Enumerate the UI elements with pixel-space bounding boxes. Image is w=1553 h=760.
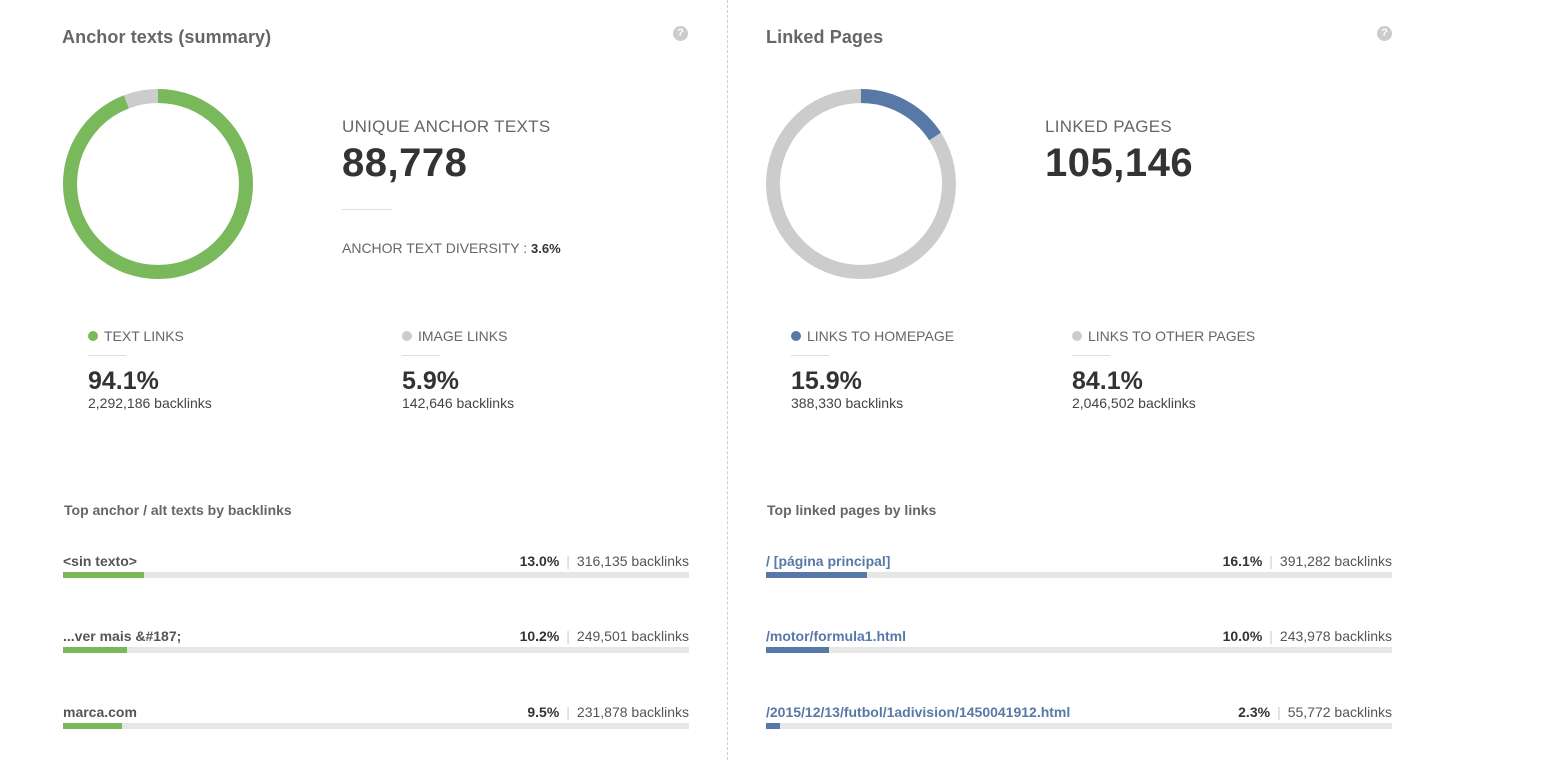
linked-page-link[interactable]: / [página principal]: [766, 553, 890, 569]
green-dot-icon: [88, 331, 98, 341]
divider-rule: [342, 209, 392, 210]
anchor-text-label: ...ver mais &#187;: [63, 628, 182, 644]
legend-backlinks: 2,292,186 backlinks: [88, 395, 212, 411]
gray-dot-icon: [1072, 331, 1082, 341]
row-percent: 16.1%: [1222, 553, 1263, 569]
progress-fill: [766, 572, 867, 578]
anchor-row: marca.com 9.5% | 231,878 backlinks: [63, 704, 689, 736]
linked-page-link[interactable]: /motor/formula1.html: [766, 628, 906, 644]
legend-text-links: TEXT LINKS 94.1% 2,292,186 backlinks: [88, 328, 348, 411]
legend-percent: 94.1%: [88, 367, 159, 395]
linked-page-link[interactable]: /2015/12/13/futbol/1adivision/1450041912…: [766, 704, 1070, 720]
help-icon[interactable]: ?: [1377, 26, 1392, 41]
legend-rule: [88, 355, 126, 356]
separator: |: [1269, 628, 1273, 644]
top-anchor-texts-title: Top anchor / alt texts by backlinks: [64, 502, 292, 518]
legend-percent: 5.9%: [402, 367, 459, 395]
row-stats: 10.0% | 243,978 backlinks: [1223, 628, 1392, 644]
linked-pages-value: 105,146: [1045, 141, 1194, 185]
linked-pages-title: Linked Pages: [766, 27, 884, 47]
legend-rule: [402, 355, 440, 356]
legend-label: IMAGE LINKS: [418, 328, 508, 344]
top-linked-pages-title: Top linked pages by links: [767, 502, 937, 518]
diversity-label: ANCHOR TEXT DIVERSITY :: [342, 240, 528, 256]
anchor-texts-title: Anchor texts (summary): [62, 27, 272, 47]
legend-percent: 15.9%: [791, 367, 862, 395]
row-percent: 2.3%: [1238, 704, 1271, 720]
progress-track: [63, 647, 689, 653]
progress-fill: [766, 723, 780, 729]
row-stats: 10.2% | 249,501 backlinks: [520, 628, 689, 644]
row-percent: 9.5%: [527, 704, 560, 720]
anchor-text-diversity: ANCHOR TEXT DIVERSITY : 3.6%: [342, 240, 561, 256]
progress-track: [766, 572, 1392, 578]
legend-links-to-homepage: LINKS TO HOMEPAGE 15.9% 388,330 backlink…: [791, 328, 1051, 411]
anchor-row: ...ver mais &#187; 10.2% | 249,501 backlin…: [63, 628, 689, 660]
anchor-text-label: <sin texto>: [63, 553, 137, 569]
diversity-value: 3.6%: [531, 241, 561, 256]
legend-backlinks: 2,046,502 backlinks: [1072, 395, 1196, 411]
row-stats: 9.5% | 231,878 backlinks: [527, 704, 689, 720]
legend-label: TEXT LINKS: [104, 328, 184, 344]
anchor-text-label: marca.com: [63, 704, 137, 720]
gray-dot-icon: [402, 331, 412, 341]
anchor-donut-arc: [63, 89, 253, 279]
legend-rule: [1072, 355, 1110, 356]
linked-pages-label: LINKED PAGES: [1045, 117, 1173, 136]
anchor-texts-panel: Anchor texts (summary) ? UNIQUE ANCHOR T…: [0, 0, 727, 760]
legend-backlinks: 142,646 backlinks: [402, 395, 515, 411]
row-stats: 2.3% | 55,772 backlinks: [1238, 704, 1392, 720]
progress-track: [766, 723, 1392, 729]
legend-rule: [791, 355, 829, 356]
blue-dot-icon: [791, 331, 801, 341]
progress-track: [63, 572, 689, 578]
separator: |: [1277, 704, 1281, 720]
help-icon[interactable]: ?: [673, 26, 688, 41]
anchor-donut-chart: [63, 89, 253, 279]
separator: |: [566, 553, 570, 569]
row-backlinks: 243,978 backlinks: [1279, 628, 1392, 644]
linked-pages-donut-chart: [766, 89, 956, 279]
linked-page-row: / [página principal] 16.1% | 391,282 backl…: [766, 553, 1392, 585]
progress-track: [766, 647, 1392, 653]
row-percent: 13.0%: [519, 553, 560, 569]
anchor-row: <sin texto> 13.0% | 316,135 backlinks: [63, 553, 689, 585]
progress-track: [63, 723, 689, 729]
progress-fill: [766, 647, 829, 653]
legend-backlinks: 388,330 backlinks: [791, 395, 904, 411]
row-percent: 10.0%: [1222, 628, 1263, 644]
row-stats: 13.0% | 316,135 backlinks: [520, 553, 689, 569]
separator: |: [566, 628, 570, 644]
progress-fill: [63, 647, 127, 653]
separator: |: [566, 704, 570, 720]
row-percent: 10.2%: [519, 628, 560, 644]
row-backlinks: 55,772 backlinks: [1287, 704, 1392, 720]
row-backlinks: 249,501 backlinks: [576, 628, 689, 644]
row-backlinks: 391,282 backlinks: [1279, 553, 1392, 569]
linked-pages-panel: Linked Pages ? LINKED PAGES 105,146 LINK…: [728, 0, 1553, 760]
legend-links-to-other-pages: LINKS TO OTHER PAGES 84.1% 2,046,502 bac…: [1072, 328, 1332, 411]
row-backlinks: 316,135 backlinks: [576, 553, 689, 569]
unique-anchor-texts-label: UNIQUE ANCHOR TEXTS: [342, 117, 551, 136]
legend-label: LINKS TO OTHER PAGES: [1088, 328, 1256, 344]
separator: |: [1269, 553, 1273, 569]
legend-image-links: IMAGE LINKS 5.9% 142,646 backlinks: [402, 328, 662, 411]
progress-fill: [63, 723, 122, 729]
progress-fill: [63, 572, 144, 578]
linked-page-row: /2015/12/13/futbol/1adivision/1450041912…: [766, 704, 1392, 736]
linked-page-row: /motor/formula1.html 10.0% | 243,978 backl…: [766, 628, 1392, 660]
legend-percent: 84.1%: [1072, 367, 1143, 395]
row-stats: 16.1% | 391,282 backlinks: [1223, 553, 1392, 569]
row-backlinks: 231,878 backlinks: [576, 704, 689, 720]
unique-anchor-texts-value: 88,778: [342, 141, 468, 185]
legend-label: LINKS TO HOMEPAGE: [807, 328, 955, 344]
